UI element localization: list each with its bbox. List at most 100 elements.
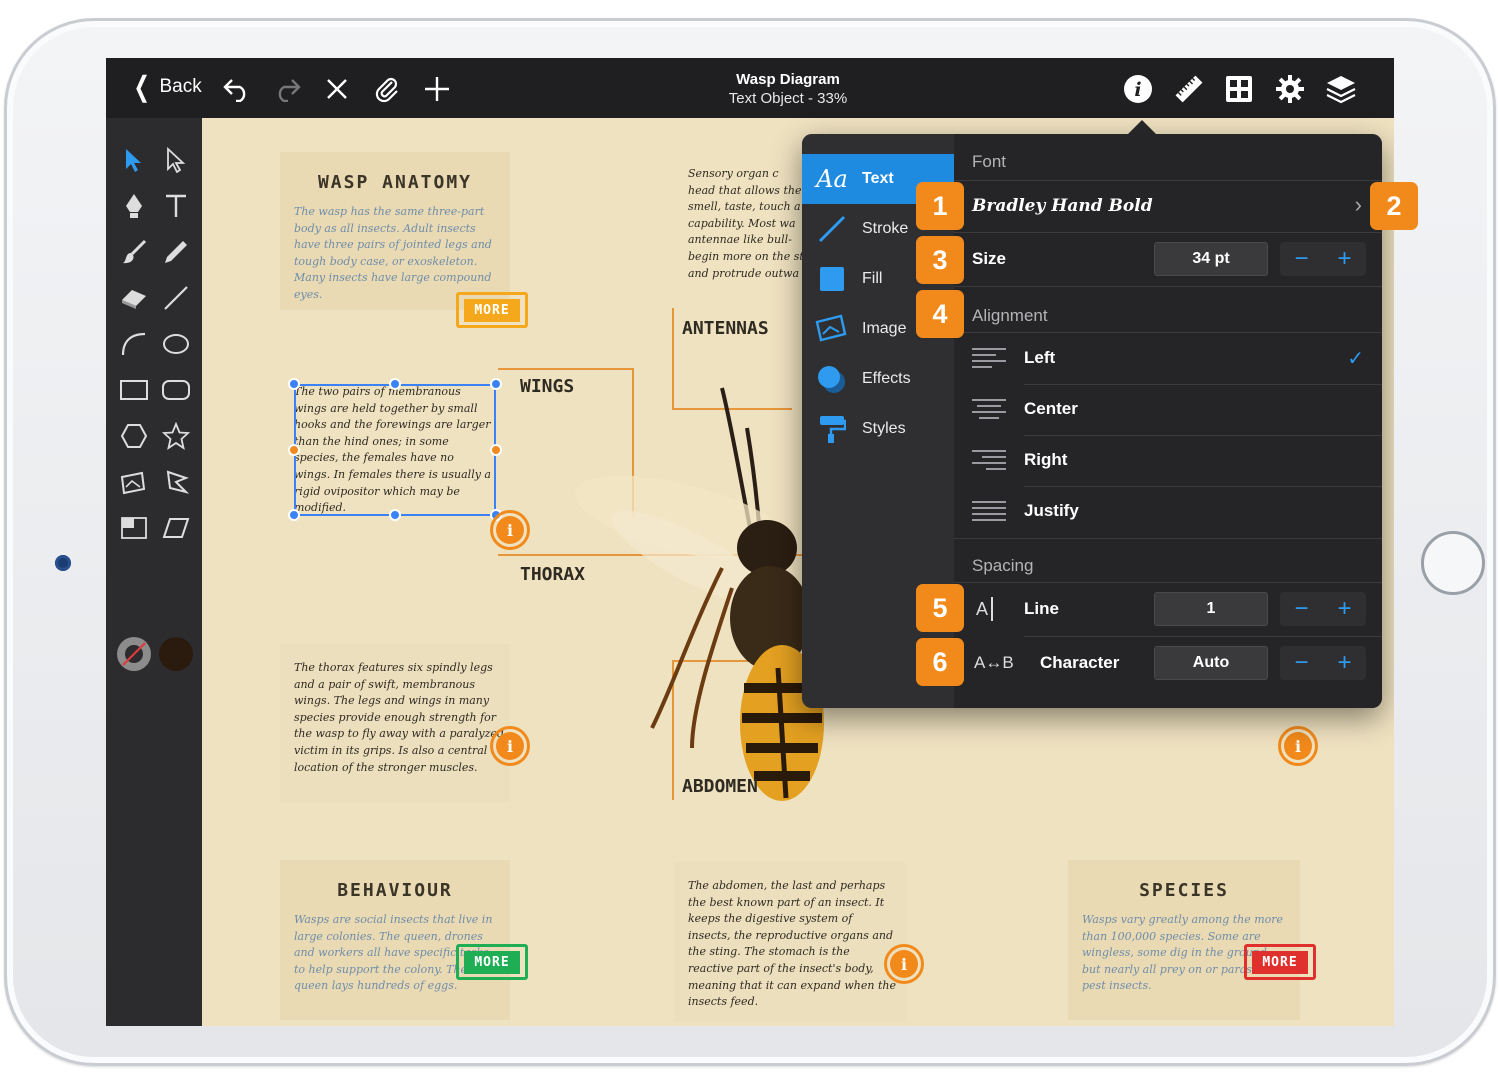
- skew-icon[interactable]: [156, 508, 196, 548]
- selection-handle[interactable]: [389, 509, 401, 521]
- image-frame-icon[interactable]: [114, 462, 154, 502]
- align-center-label: Center: [1024, 399, 1078, 418]
- document-name: Wasp Diagram: [736, 71, 840, 88]
- app-screen: ❮ Back Wasp Diagram Text Object - 33% i: [106, 58, 1394, 1026]
- text-settings-panel: Font Bradley Hand Bold › Size 34 pt − + …: [954, 134, 1382, 708]
- anatomy-card: WASP ANATOMY The wasp has the same three…: [280, 152, 510, 310]
- wings-label: WINGS: [520, 376, 575, 397]
- align-right-label: Right: [1024, 450, 1068, 469]
- align-justify-option[interactable]: Justify: [954, 487, 1382, 537]
- anatomy-body: The wasp has the same three-part body as…: [294, 205, 492, 301]
- size-decrement-button[interactable]: −: [1280, 242, 1323, 276]
- brush-icon[interactable]: [114, 232, 154, 272]
- line-spacing-decrement-button[interactable]: −: [1280, 592, 1323, 626]
- font-picker-row[interactable]: Bradley Hand Bold ›: [954, 180, 1382, 232]
- tab-stroke-label: Stroke: [862, 220, 909, 237]
- pencil-icon[interactable]: [156, 232, 196, 272]
- eraser-icon[interactable]: [114, 278, 154, 318]
- divider: [954, 286, 1382, 287]
- fill-color-swatch[interactable]: [156, 634, 196, 674]
- thorax-note: The thorax features six spindly legs and…: [294, 661, 504, 774]
- align-left-label: Left: [1024, 348, 1056, 367]
- align-center-option[interactable]: Center: [954, 385, 1382, 435]
- add-icon[interactable]: [420, 72, 454, 106]
- font-section-header: Font: [972, 152, 1007, 171]
- chevron-right-icon: ›: [1354, 192, 1362, 217]
- anatomy-more-button[interactable]: MORE: [456, 292, 528, 328]
- selection-handle[interactable]: [490, 444, 502, 456]
- layers-icon[interactable]: [1324, 72, 1358, 106]
- attachment-icon[interactable]: [370, 72, 404, 106]
- image-icon: [802, 314, 862, 344]
- align-right-option[interactable]: Right: [954, 436, 1382, 486]
- lasso-icon[interactable]: [156, 462, 196, 502]
- size-increment-button[interactable]: +: [1323, 242, 1366, 276]
- rounded-rectangle-icon[interactable]: [156, 370, 196, 410]
- arc-icon[interactable]: [114, 324, 154, 364]
- selection-handle[interactable]: [389, 378, 401, 390]
- tab-fill-label: Fill: [862, 270, 883, 287]
- selection-handle[interactable]: [288, 509, 300, 521]
- size-field[interactable]: 34 pt: [1154, 242, 1268, 276]
- character-spacing-field[interactable]: Auto: [1154, 646, 1268, 680]
- select-arrow-icon[interactable]: [114, 140, 154, 180]
- rectangle-icon[interactable]: [114, 370, 154, 410]
- gear-icon[interactable]: [1273, 72, 1307, 106]
- wings-info-button[interactable]: i: [490, 510, 530, 550]
- callout-badge-5: 5: [916, 584, 964, 632]
- tab-styles-label: Styles: [862, 420, 906, 437]
- pen-icon[interactable]: [114, 186, 154, 226]
- behaviour-more-button[interactable]: MORE: [456, 944, 528, 980]
- character-spacing-label: Character: [1040, 653, 1120, 672]
- redo-icon[interactable]: [270, 72, 304, 106]
- character-spacing-decrement-button[interactable]: −: [1280, 646, 1323, 680]
- tab-effects[interactable]: Effects: [802, 354, 954, 404]
- styles-icon: [802, 414, 862, 444]
- size-label: Size: [972, 249, 1007, 268]
- line-icon[interactable]: [156, 278, 196, 318]
- grid-icon[interactable]: [1222, 72, 1256, 106]
- document-subtitle: Text Object - 33%: [728, 90, 848, 107]
- antennas-note: Sensory organ c head that allows the sme…: [688, 167, 804, 280]
- text-tool-icon[interactable]: [156, 186, 196, 226]
- species-card: SPECIES Wasps vary greatly among the mor…: [1068, 860, 1300, 1020]
- selection-handle[interactable]: [288, 378, 300, 390]
- antennas-label: ANTENNAS: [682, 318, 769, 339]
- align-justify-label: Justify: [1024, 501, 1079, 520]
- polygon-icon[interactable]: [114, 416, 154, 456]
- svg-text:i: i: [1134, 79, 1141, 101]
- info-icon[interactable]: i: [1121, 72, 1155, 106]
- abdomen-info-button[interactable]: i: [884, 944, 924, 984]
- species-more-button[interactable]: MORE: [1244, 944, 1316, 980]
- close-icon[interactable]: [320, 72, 354, 106]
- effects-icon: [802, 364, 862, 394]
- thorax-info-button[interactable]: i: [490, 726, 530, 766]
- tab-styles[interactable]: Styles: [802, 404, 954, 454]
- direct-select-icon[interactable]: [156, 140, 196, 180]
- stroke-color-swatch[interactable]: [114, 634, 154, 674]
- anatomy-title: WASP ANATOMY: [317, 172, 473, 193]
- back-label: Back: [159, 76, 202, 97]
- character-spacing-increment-button[interactable]: +: [1323, 646, 1366, 680]
- align-center-icon: [972, 399, 1006, 421]
- line-spacing-increment-button[interactable]: +: [1323, 592, 1366, 626]
- selection-box[interactable]: [294, 384, 496, 516]
- divider: [954, 538, 1382, 539]
- star-icon[interactable]: [156, 416, 196, 456]
- artboard-icon[interactable]: [114, 508, 154, 548]
- home-button[interactable]: [1421, 531, 1485, 595]
- front-camera: [55, 555, 71, 571]
- selection-handle[interactable]: [490, 378, 502, 390]
- divider: [954, 332, 1382, 333]
- text-inspector-popover: Aa Text Stroke Fill Image Effects Styles…: [802, 134, 1382, 708]
- species-info-button[interactable]: i: [1278, 726, 1318, 766]
- align-left-option[interactable]: Left ✓: [954, 334, 1382, 384]
- undo-icon[interactable]: [220, 72, 254, 106]
- line-spacing-field[interactable]: 1: [1154, 592, 1268, 626]
- ellipse-icon[interactable]: [156, 324, 196, 364]
- selection-handle[interactable]: [288, 444, 300, 456]
- ruler-icon[interactable]: [1172, 72, 1206, 106]
- tool-palette: [106, 118, 202, 1026]
- back-button[interactable]: ❮ Back: [130, 73, 202, 101]
- character-spacing-icon: A↔B: [974, 653, 1014, 672]
